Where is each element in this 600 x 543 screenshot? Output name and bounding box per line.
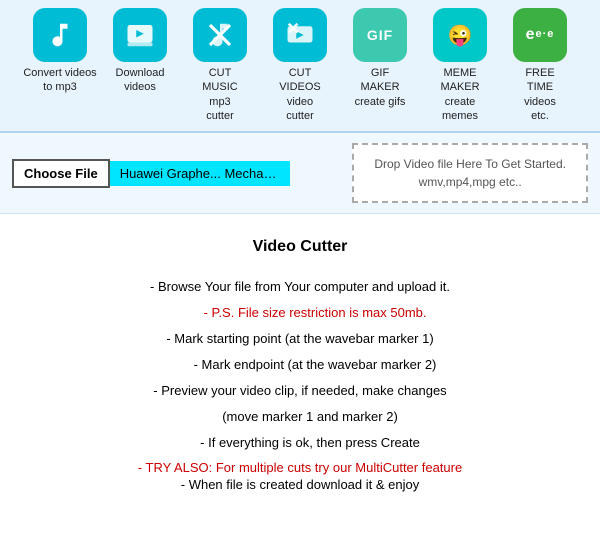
- instruction-line-2: - P.S. File size restriction is max 50mb…: [40, 300, 560, 326]
- choose-file-button[interactable]: Choose File: [12, 159, 110, 188]
- gif-maker-icon: GIF: [353, 8, 407, 62]
- file-input-row: Choose File Huawei Graphe... Mechanism.m…: [0, 133, 600, 214]
- nav-label-meme-maker: MEMEMAKERcreatememes: [440, 66, 479, 123]
- nav-label-gif-maker: GIFMAKERcreate gifs: [355, 66, 406, 109]
- drop-zone-line2: wmv,mp4,mpg etc..: [419, 175, 522, 189]
- nav-label-cut-music: CUTMUSICmp3cutter: [202, 66, 237, 123]
- instruction-line-7: - If everything is ok, then press Create: [40, 430, 560, 456]
- nav-item-meme-maker[interactable]: 😜 MEMEMAKERcreatememes: [422, 8, 498, 123]
- video-cutter-title: Video Cutter: [40, 238, 560, 256]
- nav-label-cut-videos: CUTVIDEOSvideocutter: [279, 66, 321, 123]
- file-name-display: Huawei Graphe... Mechanism.mp4: [110, 161, 290, 186]
- top-navigation: Convert videos to mp3 Downloadvideos CUT…: [0, 0, 600, 133]
- last-line: - When file is created download it & enj…: [40, 477, 560, 492]
- main-content: Video Cutter - Browse Your file from You…: [0, 214, 600, 512]
- free-time-icon: e e·e: [513, 8, 567, 62]
- nav-item-cut-music[interactable]: CUTMUSICmp3cutter: [182, 8, 258, 123]
- instruction-line-3: - Mark starting point (at the wavebar ma…: [40, 326, 560, 352]
- nav-item-free-time[interactable]: e e·e FREETIMEvideosetc.: [502, 8, 578, 123]
- convert-mp3-icon: [33, 8, 87, 62]
- nav-item-cut-videos[interactable]: CUTVIDEOSvideocutter: [262, 8, 338, 123]
- try-also-line: - TRY ALSO: For multiple cuts try our Mu…: [40, 460, 560, 475]
- drop-zone-line1: Drop Video file Here To Get Started.: [374, 157, 566, 171]
- download-videos-icon: [113, 8, 167, 62]
- nav-item-gif-maker[interactable]: GIF GIFMAKERcreate gifs: [342, 8, 418, 109]
- instruction-line-1: - Browse Your file from Your computer an…: [40, 274, 560, 300]
- drop-zone[interactable]: Drop Video file Here To Get Started. wmv…: [352, 143, 588, 203]
- cut-videos-icon: [273, 8, 327, 62]
- nav-label-free-time: FREETIMEvideosetc.: [524, 66, 556, 123]
- instructions-block: - Browse Your file from Your computer an…: [40, 274, 560, 456]
- cut-music-icon: [193, 8, 247, 62]
- nav-item-download-videos[interactable]: Downloadvideos: [102, 8, 178, 95]
- nav-item-convert-mp3[interactable]: Convert videos to mp3: [22, 8, 98, 95]
- instruction-line-5: - Preview your video clip, if needed, ma…: [40, 378, 560, 404]
- nav-label-download-videos: Downloadvideos: [116, 66, 165, 95]
- nav-label-convert-mp3: Convert videos to mp3: [22, 66, 98, 95]
- instruction-line-6: (move marker 1 and marker 2): [40, 404, 560, 430]
- instruction-line-4: - Mark endpoint (at the wavebar marker 2…: [40, 352, 560, 378]
- meme-maker-icon: 😜: [433, 8, 487, 62]
